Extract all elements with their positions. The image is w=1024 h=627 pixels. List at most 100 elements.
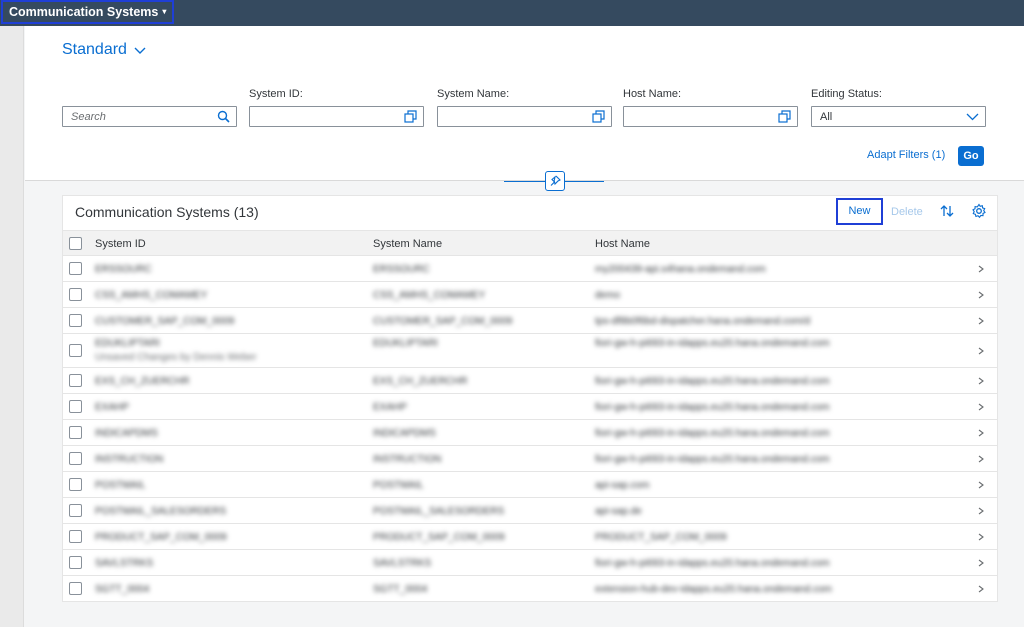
pin-icon xyxy=(550,175,561,186)
chevron-right-icon xyxy=(978,377,984,385)
cell-host-name: extension-hub-dev-idapps.eu20.hana.ondem… xyxy=(595,584,832,595)
chevron-right-icon xyxy=(978,291,984,299)
chevron-right-icon xyxy=(978,429,984,437)
chevron-right-icon xyxy=(978,347,984,355)
editing-status-label: Editing Status: xyxy=(811,88,882,100)
cell-system-id: ERSSOURC xyxy=(95,264,152,275)
left-gutter xyxy=(0,26,24,627)
table-row[interactable]: PRODUCT_SAP_COM_0009 PRODUCT_SAP_COM_0009… xyxy=(63,524,997,550)
row-checkbox[interactable] xyxy=(69,374,82,387)
cell-system-id: PRODUCT_SAP_COM_0009 xyxy=(95,532,227,543)
new-button[interactable]: New xyxy=(836,198,883,225)
row-checkbox[interactable] xyxy=(69,504,82,517)
gear-icon[interactable] xyxy=(971,203,987,219)
cell-system-id: EXS_CH_ZUERCHR xyxy=(95,376,190,387)
host-name-field[interactable] xyxy=(623,106,798,127)
cell-host-name: my200439-api.s4hana.ondemand.com xyxy=(595,264,766,275)
pin-header-button[interactable] xyxy=(545,171,565,191)
row-checkbox[interactable] xyxy=(69,478,82,491)
search-input[interactable]: Search xyxy=(62,106,237,127)
table-row[interactable]: EDUKLIPTARI Unsaved Changes by Dennis Web… xyxy=(63,334,997,368)
adapt-filters-link[interactable]: Adapt Filters (1) xyxy=(867,149,945,161)
table-row[interactable]: INDICAPDMS INDICAPDMS fiori-gw-h-pi693-in-… xyxy=(63,420,997,446)
cell-system-id: SAVLSTRKS xyxy=(95,558,154,569)
cell-system-name: EXAHP xyxy=(373,402,407,413)
cell-system-id: INDICAPDMS xyxy=(95,428,158,439)
cell-system-id: POSTMAIL_SALESORDERS xyxy=(95,506,227,517)
cell-host-name: demo xyxy=(595,290,621,301)
chevron-right-icon xyxy=(978,559,984,567)
row-checkbox[interactable] xyxy=(69,556,82,569)
row-checkbox[interactable] xyxy=(69,452,82,465)
table-row[interactable]: EXAHP EXAHP fiori-gw-h-pi693-in-idapps.eu2… xyxy=(63,394,997,420)
column-header-system-id[interactable]: System ID xyxy=(95,238,146,250)
cell-system-id: SGTT_0004 xyxy=(95,584,150,595)
chevron-down-icon xyxy=(134,47,146,54)
cell-host-name: fiori-gw-h-pi693-in-idapps.eu20.hana.ond… xyxy=(595,428,830,439)
cell-system-name: EXS_CH_ZUERCHR xyxy=(373,376,468,387)
table-header: System ID System Name Host Name xyxy=(63,230,997,256)
app-title-menu[interactable]: Communication Systems ▾ xyxy=(1,0,175,24)
column-header-host-name[interactable]: Host Name xyxy=(595,238,650,250)
chevron-down-icon xyxy=(966,113,979,121)
table-row[interactable]: ERSSOURC ERSSOURC my200439-api.s4hana.onde… xyxy=(63,256,997,282)
cell-system-name: SAVLSTRKS xyxy=(373,558,432,569)
row-checkbox[interactable] xyxy=(69,530,82,543)
search-icon xyxy=(217,110,230,123)
editing-status-select[interactable]: All xyxy=(811,106,986,127)
chevron-right-icon xyxy=(978,533,984,541)
table-row[interactable]: CUSTOMER_SAP_COM_0009 CUSTOMER_SAP_COM_00… xyxy=(63,308,997,334)
cell-system-name: EDUKLIPTARI xyxy=(373,338,438,349)
table-row[interactable]: SAVLSTRKS SAVLSTRKS fiori-gw-h-pi693-in-id… xyxy=(63,550,997,576)
value-help-icon[interactable] xyxy=(592,110,605,123)
row-checkbox[interactable] xyxy=(69,262,82,275)
row-checkbox[interactable] xyxy=(69,314,82,327)
variant-selector[interactable]: Standard xyxy=(62,41,146,59)
delete-button[interactable]: Delete xyxy=(891,206,923,218)
chevron-right-icon xyxy=(978,403,984,411)
cell-host-name: api-sap.com xyxy=(595,480,650,491)
editing-status-value: All xyxy=(820,111,833,123)
cell-host-name: fiori-gw-h-pi693-in-idapps.eu20.hana.ond… xyxy=(595,338,830,349)
row-checkbox[interactable] xyxy=(69,400,82,413)
table-row[interactable]: EXS_CH_ZUERCHR EXS_CH_ZUERCHR fiori-gw-h-p… xyxy=(63,368,997,394)
value-help-icon[interactable] xyxy=(778,110,791,123)
host-name-label: Host Name: xyxy=(623,88,682,100)
cell-system-name: CSS_AMHS_COMAMEY xyxy=(373,290,486,301)
select-all-checkbox[interactable] xyxy=(69,237,82,250)
chevron-right-icon xyxy=(978,265,984,273)
cell-host-name: fiori-gw-h-pi693-in-idapps.eu20.hana.ond… xyxy=(595,376,830,387)
sort-icon[interactable] xyxy=(939,203,955,219)
value-help-icon[interactable] xyxy=(404,110,417,123)
row-checkbox[interactable] xyxy=(69,344,82,357)
filter-area: Standard Search System ID: System Name: … xyxy=(25,26,1024,191)
row-checkbox[interactable] xyxy=(69,582,82,595)
cell-system-id: EXAHP xyxy=(95,402,129,413)
table-body: ERSSOURC ERSSOURC my200439-api.s4hana.onde… xyxy=(63,256,997,602)
cell-host-name: fiori-gw-h-pi693-in-idapps.eu20.hana.ond… xyxy=(595,454,830,465)
row-checkbox[interactable] xyxy=(69,288,82,301)
row-checkbox[interactable] xyxy=(69,426,82,439)
chevron-right-icon xyxy=(978,317,984,325)
table-row[interactable]: SGTT_0004 SGTT_0004 extension-hub-dev-idap… xyxy=(63,576,997,602)
search-placeholder: Search xyxy=(71,111,106,123)
cell-system-name: POSTMAIL xyxy=(373,480,424,491)
system-id-field[interactable] xyxy=(249,106,424,127)
system-name-field[interactable] xyxy=(437,106,612,127)
cell-system-name: INDICAPDMS xyxy=(373,428,436,439)
chevron-right-icon xyxy=(978,481,984,489)
cell-system-id: POSTMAIL xyxy=(95,480,146,491)
cell-system-name: CUSTOMER_SAP_COM_0009 xyxy=(373,316,513,327)
table-title: Communication Systems (13) xyxy=(75,204,259,220)
table-row[interactable]: POSTMAIL POSTMAIL api-sap.com xyxy=(63,472,997,498)
app-title-text: Communication Systems xyxy=(9,5,159,19)
shell-bar: Communication Systems ▾ xyxy=(0,0,1024,26)
cell-host-name: api-sap.de xyxy=(595,506,642,517)
table-row[interactable]: CSS_AMHS_COMAMEY CSS_AMHS_COMAMEY demo xyxy=(63,282,997,308)
communication-systems-table: Communication Systems (13) New Delete Sy… xyxy=(62,195,998,602)
go-button[interactable]: Go xyxy=(958,146,984,166)
cell-system-name: SGTT_0004 xyxy=(373,584,428,595)
table-row[interactable]: POSTMAIL_SALESORDERS POSTMAIL_SALESORDERS… xyxy=(63,498,997,524)
table-row[interactable]: INSTRUCTION INSTRUCTION fiori-gw-h-pi693-i… xyxy=(63,446,997,472)
column-header-system-name[interactable]: System Name xyxy=(373,238,442,250)
